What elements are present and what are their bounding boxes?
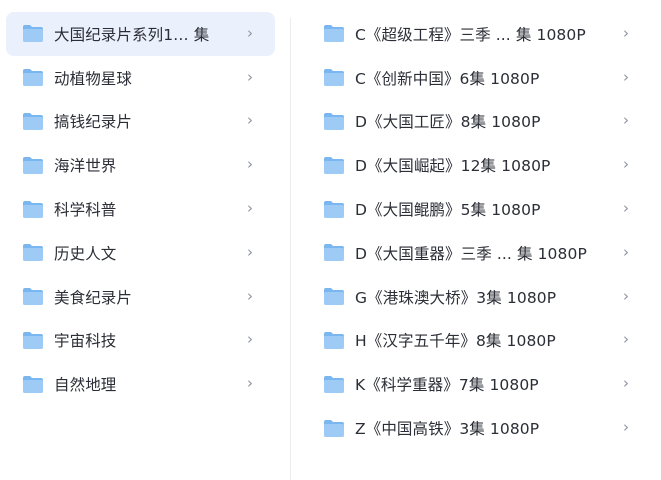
folder-label: 自然地理 [54, 376, 117, 395]
chevron-right-icon: › [623, 374, 629, 393]
chevron-right-icon: › [623, 155, 629, 174]
folder-item-china-high-speed-rail[interactable]: Z《中国高铁》3集 1080P › [307, 406, 643, 450]
chevron-right-icon: › [623, 242, 629, 261]
folder-label: G《港珠澳大桥》3集 1080P [355, 288, 557, 307]
chevron-right-icon: › [623, 198, 629, 217]
chevron-right-icon: › [247, 198, 253, 217]
folder-item-category-ocean[interactable]: 海洋世界 › [6, 143, 275, 187]
folder-icon [324, 331, 344, 349]
folder-item-innovation-china[interactable]: C《创新中国》6集 1080P › [307, 56, 643, 100]
subfolder-list: C《超级工程》三季 ... 集 1080P › C《创新中国》6集 1080P … [307, 12, 643, 450]
folder-item-category-animals-plants[interactable]: 动植物星球 › [6, 56, 275, 100]
folder-item-great-kunpeng[interactable]: D《大国鲲鹏》5集 1080P › [307, 187, 643, 231]
folder-icon [324, 419, 344, 437]
chevron-right-icon: › [247, 286, 253, 305]
folder-icon [23, 244, 43, 262]
folder-icon [23, 375, 43, 393]
folder-item-super-engineering[interactable]: C《超级工程》三季 ... 集 1080P › [307, 12, 643, 56]
folder-icon [324, 288, 344, 306]
folder-icon [324, 112, 344, 130]
category-list: 大国纪录片系列1… 集 › 动植物星球 › 搞钱纪录片 › 海洋世界 › 科学科… [6, 12, 275, 406]
chevron-right-icon: › [623, 111, 629, 130]
chevron-right-icon: › [623, 67, 629, 86]
chevron-right-icon: › [247, 242, 253, 261]
folder-label: 大国纪录片系列1… 集 [54, 25, 210, 44]
folder-label: 历史人文 [54, 244, 117, 263]
chevron-right-icon: › [623, 286, 629, 305]
folder-label: 搞钱纪录片 [54, 113, 133, 132]
folder-item-category-money[interactable]: 搞钱纪录片 › [6, 100, 275, 144]
folder-label: 美食纪录片 [54, 288, 133, 307]
folder-icon [324, 156, 344, 174]
folder-icon [324, 200, 344, 218]
folder-icon [23, 25, 43, 43]
folder-label: H《汉字五千年》8集 1080P [355, 332, 556, 351]
folder-label: 动植物星球 [54, 69, 133, 88]
chevron-right-icon: › [247, 374, 253, 393]
folder-item-hzm-bridge[interactable]: G《港珠澳大桥》3集 1080P › [307, 275, 643, 319]
folder-icon [23, 331, 43, 349]
folder-label: K《科学重器》7集 1080P [355, 376, 539, 395]
folder-item-category-history[interactable]: 历史人文 › [6, 231, 275, 275]
folder-label: D《大国崛起》12集 1080P [355, 157, 551, 176]
folder-icon [324, 375, 344, 393]
folder-item-category-geography[interactable]: 自然地理 › [6, 362, 275, 406]
folder-browser: 大国纪录片系列1… 集 › 动植物星球 › 搞钱纪录片 › 海洋世界 › 科学科… [0, 0, 661, 480]
folder-icon [23, 288, 43, 306]
folder-label: D《大国鲲鹏》5集 1080P [355, 201, 541, 220]
folder-icon [23, 69, 43, 87]
folder-item-science-instruments[interactable]: K《科学重器》7集 1080P › [307, 362, 643, 406]
folder-label: D《大国重器》三季 ... 集 1080P [355, 244, 587, 263]
folder-label: Z《中国高铁》3集 1080P [355, 420, 540, 439]
folder-label: C《创新中国》6集 1080P [355, 69, 540, 88]
chevron-right-icon: › [247, 67, 253, 86]
folder-item-heavy-equipment[interactable]: D《大国重器》三季 ... 集 1080P › [307, 231, 643, 275]
chevron-right-icon: › [247, 23, 253, 42]
column-divider [290, 18, 291, 480]
folder-label: 科学科普 [54, 201, 117, 220]
chevron-right-icon: › [623, 23, 629, 42]
folder-item-category-science[interactable]: 科学科普 › [6, 187, 275, 231]
folder-item-rise-of-great-powers[interactable]: D《大国崛起》12集 1080P › [307, 143, 643, 187]
folder-label: C《超级工程》三季 ... 集 1080P [355, 25, 586, 44]
chevron-right-icon: › [623, 330, 629, 349]
folder-item-chinese-characters[interactable]: H《汉字五千年》8集 1080P › [307, 319, 643, 363]
folder-item-category-space-tech[interactable]: 宇宙科技 › [6, 319, 275, 363]
chevron-right-icon: › [247, 330, 253, 349]
folder-item-category-documentary-series[interactable]: 大国纪录片系列1… 集 › [6, 12, 275, 56]
chevron-right-icon: › [247, 111, 253, 130]
folder-icon [324, 244, 344, 262]
chevron-right-icon: › [623, 417, 629, 436]
folder-icon [324, 25, 344, 43]
folder-item-category-food[interactable]: 美食纪录片 › [6, 275, 275, 319]
chevron-right-icon: › [247, 155, 253, 174]
folder-icon [23, 200, 43, 218]
folder-item-great-craftsmen[interactable]: D《大国工匠》8集 1080P › [307, 100, 643, 144]
folder-icon [324, 69, 344, 87]
folder-icon [23, 156, 43, 174]
folder-icon [23, 112, 43, 130]
folder-label: 宇宙科技 [54, 332, 117, 351]
folder-label: D《大国工匠》8集 1080P [355, 113, 541, 132]
folder-label: 海洋世界 [54, 157, 117, 176]
